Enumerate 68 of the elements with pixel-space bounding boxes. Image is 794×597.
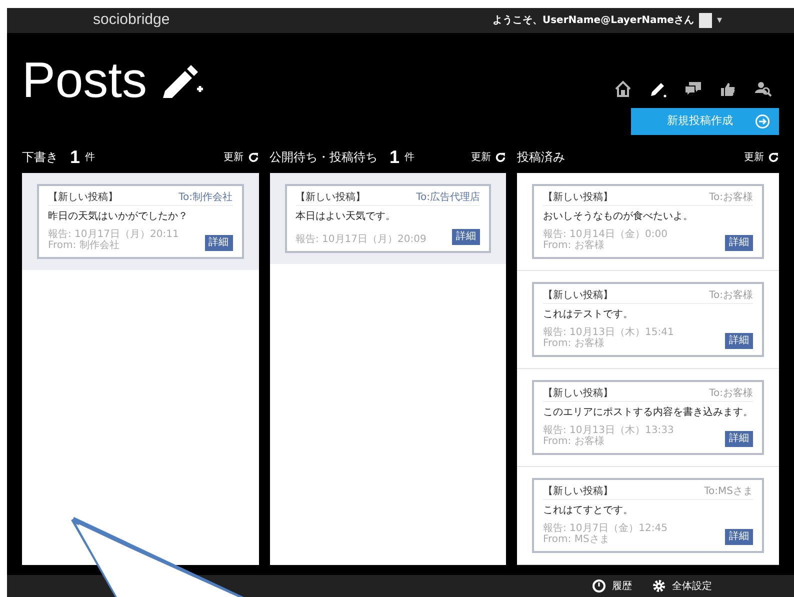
refresh-icon xyxy=(768,152,779,162)
post-body: 本日はよい天気です。 xyxy=(296,210,396,224)
post-tag: 【新しい投稿】 xyxy=(543,386,613,400)
post-date: 報告: 10月14日（金）0:00 xyxy=(543,229,668,240)
clock-icon xyxy=(592,579,606,593)
post-body: これはてすとです。 xyxy=(543,504,634,518)
post-card[interactable]: 【新しい投稿】 To:お客様 これはテストです。 報告: 10月13日（木）15:41 From: お客様 詳細 xyxy=(532,282,764,357)
post-card[interactable]: 【新しい投稿】 To:お客様 このエリアにポストする内容を書き込みます。 報告: 10月13日（木）13:33 From: お客様 詳細 xyxy=(532,380,764,455)
post-count: 1 xyxy=(390,146,400,168)
refresh-icon xyxy=(495,152,506,162)
post-sender: From: お客様 xyxy=(543,338,606,349)
post-date: 報告: 10月13日（木）13:33 xyxy=(543,425,674,436)
details-button[interactable]: 詳細 xyxy=(204,235,232,251)
refresh-button[interactable]: 更新 xyxy=(471,150,506,164)
details-button[interactable]: 詳細 xyxy=(725,529,753,545)
post-tag: 【新しい投稿】 xyxy=(543,484,613,498)
post-date: 報告: 10月13日（木）15:41 xyxy=(543,327,674,338)
arrow-right-icon xyxy=(755,114,770,129)
history-link[interactable]: 履歴 xyxy=(592,578,632,594)
app-logo[interactable]: sociobridge xyxy=(93,9,170,32)
welcome-text: ようこそ、UserName@LayerNameさん xyxy=(492,14,694,28)
post-body: これはテストです。 xyxy=(543,308,634,322)
people-search-icon[interactable] xyxy=(753,80,773,98)
refresh-button[interactable]: 更新 xyxy=(224,150,258,164)
recipient-text: To:広告代理店 xyxy=(416,190,480,204)
details-button[interactable]: 詳細 xyxy=(725,333,753,349)
recipient-text: To:MSさま xyxy=(704,484,753,498)
post-tag: 【新しい投稿】 xyxy=(543,190,613,204)
post-sender: From: MSさま xyxy=(543,534,610,545)
pencil-icon[interactable] xyxy=(648,80,668,98)
post-tag: 【新しい投稿】 xyxy=(296,190,366,204)
settings-link[interactable]: 全体設定 xyxy=(652,578,712,594)
column-title: 公開待ち・投稿待ち xyxy=(270,149,378,166)
post-date: 報告: 10月17日（月）20:11 xyxy=(48,229,179,240)
post-card[interactable]: 【新しい投稿】 To:広告代理店 本日はよい天気です。 報告: 10月17日（月）20:09 詳細 xyxy=(284,184,491,253)
column-title: 投稿済み xyxy=(517,149,565,166)
recipient-text: To:制作会社 xyxy=(178,190,232,204)
post-date: 報告: 10月7日（金）12:45 xyxy=(543,523,668,534)
post-count: 1 xyxy=(70,146,80,168)
column-title: 下書き xyxy=(22,149,58,166)
settings-icon xyxy=(652,579,666,593)
recipient-text: To:お客様 xyxy=(709,386,753,400)
post-sender: From: お客様 xyxy=(543,436,606,447)
post-body: このエリアにポストする内容を書き込みます。 xyxy=(543,406,753,420)
post-body: おいしそうなものが食べたいよ。 xyxy=(543,210,694,224)
home-icon[interactable] xyxy=(613,80,633,98)
details-button[interactable]: 詳細 xyxy=(725,235,753,251)
count-unit: 件 xyxy=(404,150,415,164)
details-button[interactable]: 詳細 xyxy=(725,431,753,447)
details-button[interactable]: 詳細 xyxy=(452,229,480,245)
post-sender: From: お客様 xyxy=(543,240,606,251)
recipient-text: To:お客様 xyxy=(709,288,753,302)
post-card[interactable]: 【新しい投稿】 To:制作会社 昨日の天気はいかがでしたか？ 報告: 10月17日（月）20:11 From: 制作会社 詳細 xyxy=(37,184,244,259)
recipient-text: To:お客様 xyxy=(709,190,753,204)
count-unit: 件 xyxy=(85,150,96,164)
post-date: 報告: 10月17日（月）20:09 xyxy=(296,234,426,245)
chat-bubbles-icon[interactable] xyxy=(683,80,703,98)
post-tag: 【新しい投稿】 xyxy=(48,190,118,204)
avatar-icon[interactable] xyxy=(698,13,712,28)
post-tag: 【新しい投稿】 xyxy=(543,288,613,302)
post-card[interactable]: 【新しい投稿】 To:お客様 おいしそうなものが食べたいよ。 報告: 10月14日（金）0:00 From: お客様 詳細 xyxy=(532,184,764,259)
refresh-icon xyxy=(248,152,258,162)
post-sender: From: 制作会社 xyxy=(48,240,120,251)
caret-icon[interactable]: ▾ xyxy=(716,13,722,28)
refresh-button[interactable]: 更新 xyxy=(744,150,779,164)
post-body: 昨日の天気はいかがでしたか？ xyxy=(48,210,189,224)
page-title: Posts xyxy=(22,55,148,105)
post-card[interactable]: 【新しい投稿】 To:MSさま これはてすとです。 報告: 10月7日（金）12:45 From: MSさま 詳細 xyxy=(532,478,764,553)
